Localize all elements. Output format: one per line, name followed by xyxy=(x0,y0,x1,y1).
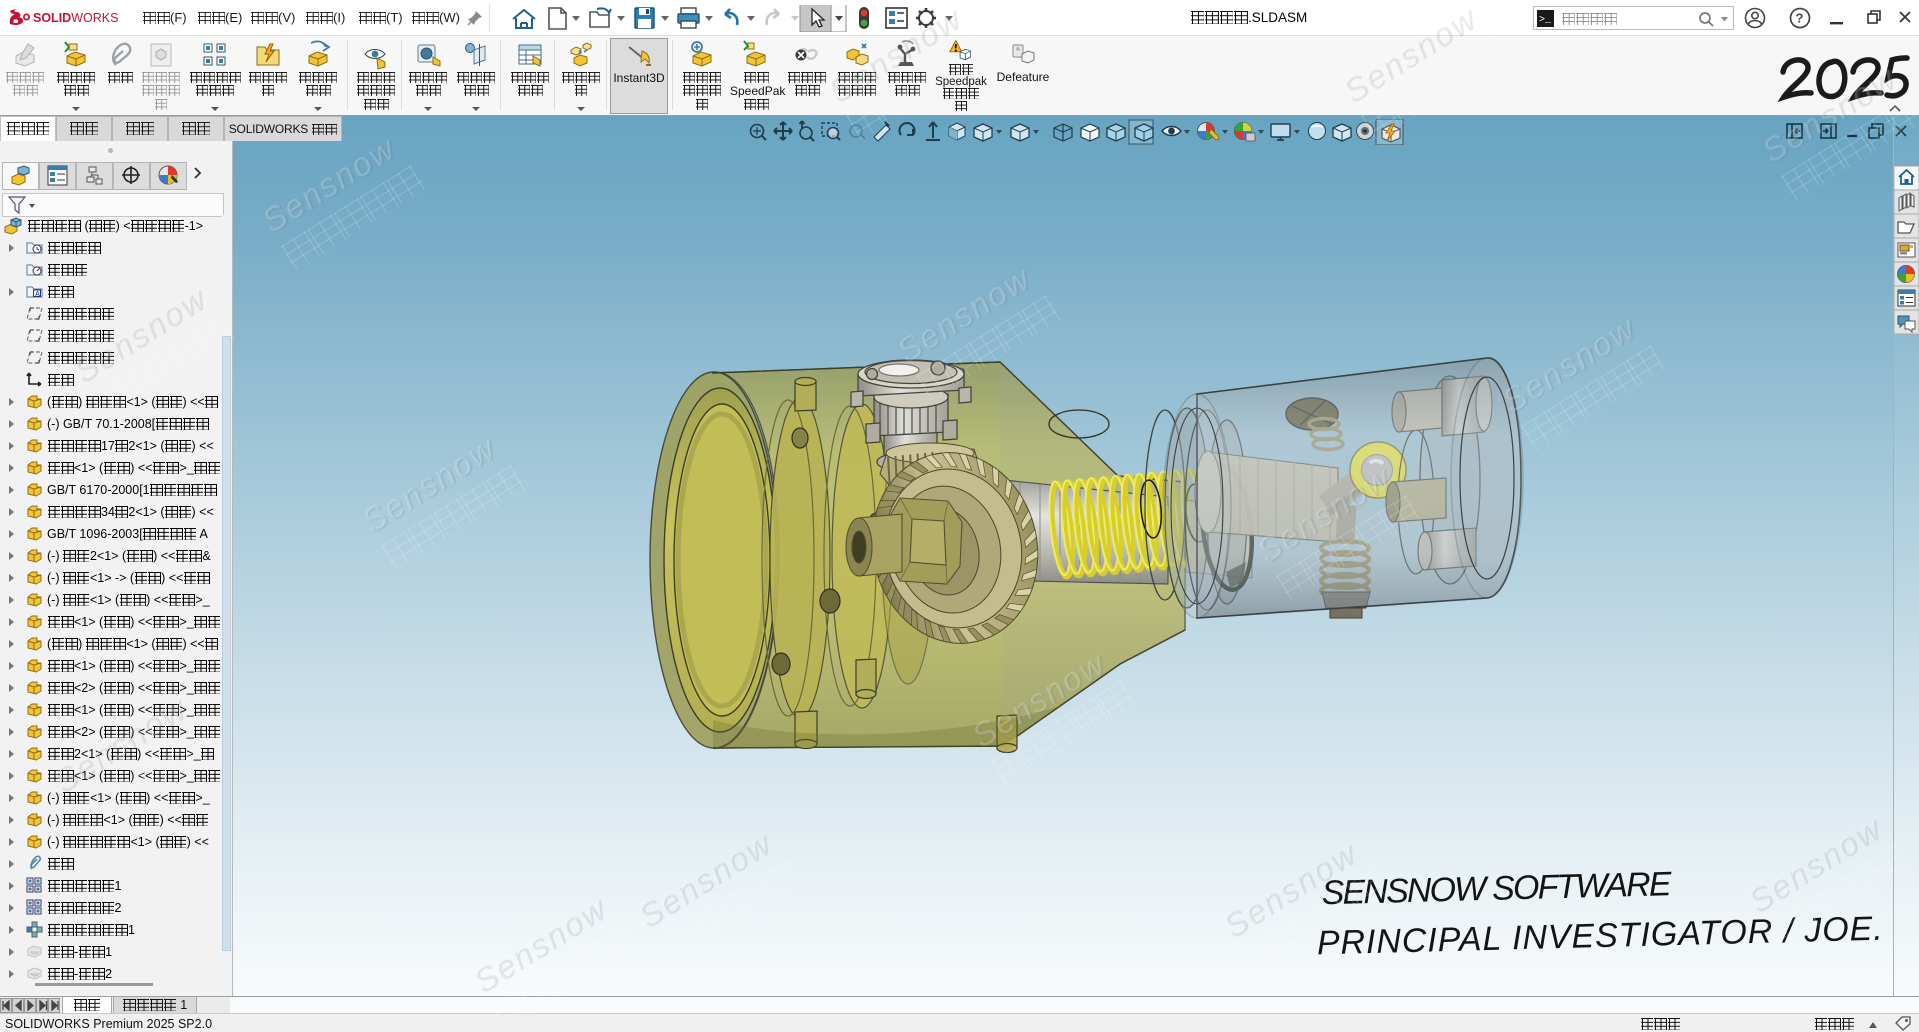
svg-text:>_: >_ xyxy=(1539,15,1552,26)
svg-text:A: A xyxy=(35,291,40,298)
svg-text:?: ? xyxy=(1796,11,1804,26)
svg-text:SOLIDWORKS: SOLIDWORKS xyxy=(33,11,118,25)
svg-text:SENSNOW SOFTWARE: SENSNOW SOFTWARE xyxy=(1321,865,1674,912)
svg-text:PRINCIPAL INVESTIGATOR / JOE.: PRINCIPAL INVESTIGATOR / JOE. xyxy=(1316,910,1885,963)
